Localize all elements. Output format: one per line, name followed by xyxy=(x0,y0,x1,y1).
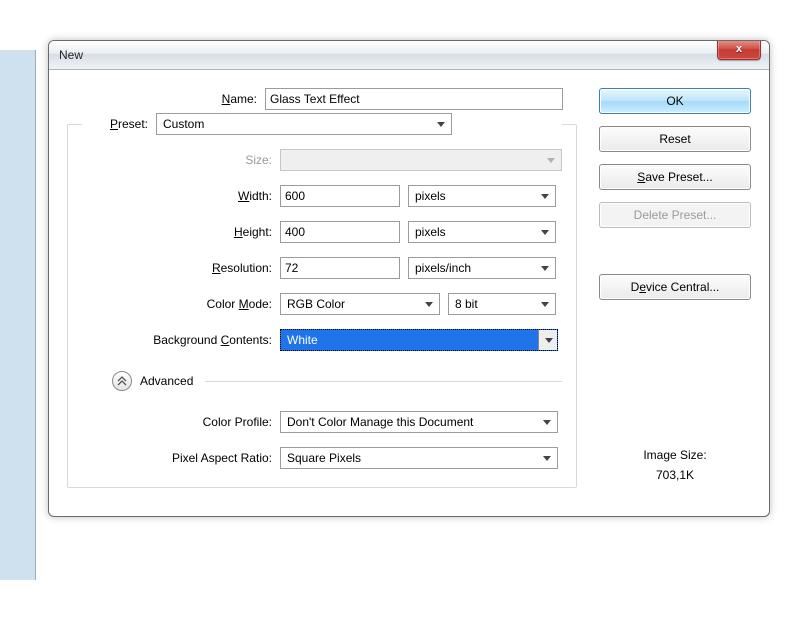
height-label: Height: xyxy=(82,225,280,239)
chevron-down-icon xyxy=(541,266,549,271)
color-profile-label: Color Profile: xyxy=(82,415,280,429)
name-input[interactable] xyxy=(265,88,563,110)
image-size-label: Image Size: xyxy=(599,448,751,462)
chevron-down-icon xyxy=(425,302,433,307)
chevron-down-icon xyxy=(547,158,555,163)
width-unit-value: pixels xyxy=(415,189,446,203)
double-chevron-up-icon xyxy=(117,376,127,386)
chevron-down-icon xyxy=(541,194,549,199)
name-label: Name: xyxy=(67,92,265,106)
ok-button[interactable]: OK xyxy=(599,88,751,114)
chevron-down-icon xyxy=(437,122,445,127)
app-background-strip xyxy=(0,50,36,580)
chevron-down-icon xyxy=(543,420,551,425)
size-combo xyxy=(280,149,562,171)
pixel-aspect-combo[interactable]: Square Pixels xyxy=(280,447,558,469)
preset-group: Preset: Custom Size: xyxy=(67,124,577,488)
bg-contents-value: White xyxy=(287,333,318,347)
pixel-aspect-value: Square Pixels xyxy=(287,451,361,465)
width-input[interactable] xyxy=(280,185,400,207)
preset-label: Preset: xyxy=(82,117,156,131)
image-size-value: 703,1K xyxy=(599,468,751,482)
resolution-unit-value: pixels/inch xyxy=(415,261,471,275)
color-mode-value: RGB Color xyxy=(287,297,345,311)
save-preset-button[interactable]: Save Preset... xyxy=(599,164,751,190)
color-depth-combo[interactable]: 8 bit xyxy=(448,293,556,315)
image-size-info: Image Size: 703,1K xyxy=(599,352,751,488)
pixel-aspect-label: Pixel Aspect Ratio: xyxy=(82,451,280,465)
color-mode-label: Color Mode: xyxy=(82,297,280,311)
resolution-label: Resolution: xyxy=(82,261,280,275)
preset-combo[interactable]: Custom xyxy=(156,113,452,135)
device-central-button[interactable]: Device Central... xyxy=(599,274,751,300)
resolution-unit-combo[interactable]: pixels/inch xyxy=(408,257,556,279)
chevron-down-icon xyxy=(541,230,549,235)
size-label: Size: xyxy=(82,153,280,167)
resolution-input[interactable] xyxy=(280,257,400,279)
close-button[interactable]: x xyxy=(717,40,761,60)
chevron-down-icon xyxy=(543,456,551,461)
reset-button[interactable]: Reset xyxy=(599,126,751,152)
titlebar: New x xyxy=(49,41,769,70)
bg-contents-combo[interactable]: White xyxy=(280,329,558,351)
preset-value: Custom xyxy=(163,117,204,131)
color-profile-combo[interactable]: Don't Color Manage this Document xyxy=(280,411,558,433)
width-label: Width: xyxy=(82,189,280,203)
color-mode-combo[interactable]: RGB Color xyxy=(280,293,440,315)
height-unit-value: pixels xyxy=(415,225,446,239)
close-icon: x xyxy=(736,43,742,55)
color-depth-value: 8 bit xyxy=(455,297,478,311)
color-profile-value: Don't Color Manage this Document xyxy=(287,415,473,429)
chevron-down-icon xyxy=(541,302,549,307)
advanced-label: Advanced xyxy=(140,374,193,388)
bg-contents-label: Background Contents: xyxy=(82,333,280,347)
dialog-title: New xyxy=(59,48,83,62)
advanced-toggle[interactable] xyxy=(112,371,132,391)
height-unit-combo[interactable]: pixels xyxy=(408,221,556,243)
width-unit-combo[interactable]: pixels xyxy=(408,185,556,207)
advanced-divider xyxy=(205,381,562,382)
height-input[interactable] xyxy=(280,221,400,243)
delete-preset-button: Delete Preset... xyxy=(599,202,751,228)
new-document-dialog: New x Name: xyxy=(48,40,770,517)
chevron-down-icon xyxy=(545,338,553,343)
